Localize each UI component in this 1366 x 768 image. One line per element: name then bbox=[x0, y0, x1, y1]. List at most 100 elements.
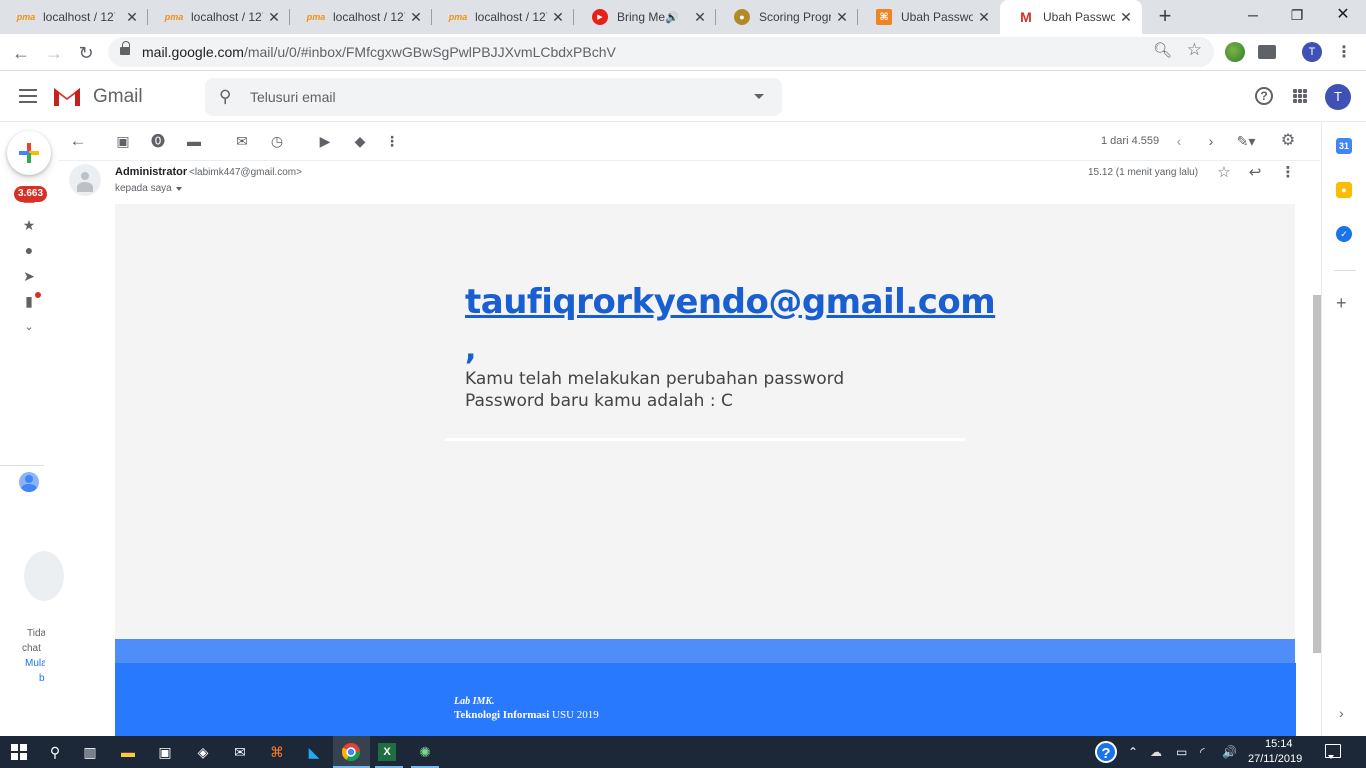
expand-panel-chevron-icon[interactable]: › bbox=[1339, 705, 1344, 721]
forward-button[interactable]: → bbox=[41, 40, 67, 66]
account-avatar[interactable]: T bbox=[1325, 84, 1351, 110]
camera-extension-icon[interactable] bbox=[1258, 45, 1276, 59]
back-button[interactable]: ← bbox=[8, 40, 34, 66]
reload-button[interactable]: ↻ bbox=[73, 40, 99, 66]
xampp-icon: ⌘ bbox=[876, 9, 892, 25]
speaker-icon[interactable]: 🔊 bbox=[665, 11, 679, 24]
dropbox-icon[interactable]: ◈ bbox=[193, 742, 213, 762]
help-tray-icon[interactable]: ? bbox=[1095, 741, 1117, 763]
mail-app-icon[interactable]: ✉ bbox=[230, 742, 250, 762]
phpmyadmin-icon: pma bbox=[306, 12, 326, 22]
close-icon[interactable]: ✕ bbox=[834, 9, 850, 25]
more-actions-icon[interactable]: ⋮ bbox=[382, 131, 402, 151]
zoom-icon[interactable]: 🔍︎ bbox=[1153, 41, 1172, 59]
mark-unread-icon[interactable]: ✉ bbox=[232, 131, 252, 151]
back-to-inbox-icon[interactable]: ← bbox=[68, 131, 88, 151]
browser-menu-icon[interactable]: ⋮ bbox=[1336, 42, 1352, 62]
close-icon[interactable]: ✕ bbox=[266, 9, 282, 25]
search-icon[interactable]: ⚲ bbox=[219, 87, 231, 107]
tab-title: localhost / 127. bbox=[475, 10, 547, 24]
vertical-scrollbar[interactable] bbox=[1313, 295, 1321, 653]
chat-start-link[interactable]: b bbox=[39, 673, 45, 684]
close-window-button[interactable]: ✕ bbox=[1320, 0, 1366, 30]
browser-tab[interactable]: pma localhost / 127. ✕ bbox=[290, 0, 432, 34]
clock-date[interactable]: 27/11/2019 bbox=[1248, 753, 1302, 765]
volume-icon[interactable]: 🔊 bbox=[1222, 744, 1237, 760]
close-icon[interactable]: ✕ bbox=[550, 9, 566, 25]
excel-icon[interactable]: X bbox=[378, 743, 396, 761]
network-globe-icon[interactable]: ✺ bbox=[415, 742, 435, 762]
delete-icon[interactable]: ▬ bbox=[184, 131, 204, 151]
vscode-icon[interactable]: ◣ bbox=[304, 742, 324, 762]
sender-name[interactable]: Administrator bbox=[115, 166, 187, 178]
task-view-icon[interactable]: ▥ bbox=[80, 742, 100, 762]
inbox-unread-badge: 3.663 bbox=[14, 186, 48, 202]
maximize-button[interactable]: ❐ bbox=[1274, 0, 1320, 30]
browser-tab[interactable]: ⌘ Ubah Passwor ✕ bbox=[858, 0, 1000, 34]
store-icon[interactable]: ▣ bbox=[155, 742, 175, 762]
sent-icon[interactable]: ➤ bbox=[20, 267, 38, 285]
gmail-logo[interactable] bbox=[52, 85, 82, 107]
starred-icon[interactable]: ★ bbox=[20, 216, 38, 234]
message-more-icon[interactable]: ⋮ bbox=[1279, 164, 1297, 182]
close-icon[interactable]: ✕ bbox=[124, 9, 140, 25]
new-tab-button[interactable]: + bbox=[1154, 5, 1176, 27]
browser-profile-avatar[interactable]: T bbox=[1302, 42, 1322, 62]
compose-button[interactable] bbox=[7, 131, 51, 175]
older-chevron-icon[interactable]: › bbox=[1201, 131, 1221, 151]
windows-start-icon[interactable] bbox=[11, 744, 27, 760]
lock-icon[interactable] bbox=[120, 41, 130, 57]
report-spam-icon[interactable]: ⓿ bbox=[148, 131, 168, 151]
search-icon[interactable]: ⚲ bbox=[45, 742, 65, 762]
extension-globe-icon[interactable] bbox=[1225, 42, 1245, 62]
add-addon-icon[interactable]: + bbox=[1336, 294, 1347, 312]
chat-start-link[interactable]: Mula bbox=[25, 658, 45, 669]
action-center-icon[interactable] bbox=[1325, 744, 1341, 759]
newer-chevron-icon[interactable]: ‹ bbox=[1169, 131, 1189, 151]
browser-tab-active[interactable]: M Ubah Passwor ✕ bbox=[1000, 0, 1142, 34]
wifi-icon[interactable]: ◜ bbox=[1200, 744, 1205, 760]
browser-tab[interactable]: pma localhost / 127. ✕ bbox=[148, 0, 290, 34]
onedrive-error-icon[interactable]: ☁ bbox=[1150, 744, 1162, 760]
label-icon[interactable]: ◆ bbox=[350, 131, 370, 151]
bookmark-star-icon[interactable]: ☆ bbox=[1187, 40, 1202, 60]
more-chevron-icon[interactable]: ⌄ bbox=[20, 318, 38, 336]
google-apps-icon[interactable] bbox=[1293, 89, 1307, 103]
browser-tab[interactable]: ● Scoring Progra ✕ bbox=[716, 0, 858, 34]
input-tools-icon[interactable]: ✎▾ bbox=[1232, 131, 1260, 151]
archive-icon[interactable]: ▣ bbox=[113, 131, 133, 151]
battery-icon[interactable]: ▭ bbox=[1176, 744, 1187, 760]
snooze-icon[interactable]: ◷ bbox=[267, 131, 287, 151]
star-icon[interactable]: ☆ bbox=[1215, 164, 1233, 182]
main-menu-icon[interactable] bbox=[19, 89, 37, 103]
close-icon[interactable]: ✕ bbox=[1118, 9, 1134, 25]
browser-tab[interactable]: pma localhost / 127. ✕ bbox=[432, 0, 574, 34]
minimize-button[interactable]: ─ bbox=[1230, 0, 1276, 30]
address-bar[interactable]: mail.google.com/mail/u/0/#inbox/FMfcgxwG… bbox=[108, 37, 1214, 67]
clock-time[interactable]: 15:14 bbox=[1265, 738, 1293, 750]
footer-band bbox=[115, 639, 1295, 663]
recipient-email-link[interactable]: taufiqrorkyendo@gmail.com bbox=[465, 282, 996, 322]
mail-search-bar[interactable]: ⚲ bbox=[205, 78, 782, 116]
calendar-icon[interactable]: 31 bbox=[1336, 138, 1352, 154]
reply-icon[interactable]: ↩ bbox=[1246, 164, 1264, 182]
close-icon[interactable]: ✕ bbox=[408, 9, 424, 25]
move-to-icon[interactable]: ▶ bbox=[315, 131, 335, 151]
close-icon[interactable]: ✕ bbox=[692, 9, 708, 25]
settings-gear-icon[interactable]: ⚙ bbox=[1278, 131, 1298, 151]
hangouts-person-icon[interactable] bbox=[19, 472, 39, 492]
browser-tab[interactable]: pma localhost / 127. ✕ bbox=[0, 0, 148, 34]
show-hidden-icons-icon[interactable]: ⌃ bbox=[1128, 744, 1138, 760]
search-input[interactable] bbox=[250, 78, 730, 116]
keep-icon[interactable]: ● bbox=[1336, 182, 1352, 198]
tasks-icon[interactable]: ✓ bbox=[1336, 226, 1352, 242]
browser-tab[interactable]: ▶ Bring Me t 🔊 ✕ bbox=[574, 0, 716, 34]
xampp-taskbar-icon[interactable]: ⌘ bbox=[267, 742, 287, 762]
search-options-icon[interactable] bbox=[754, 94, 764, 99]
recipient-details-icon[interactable] bbox=[176, 187, 182, 191]
help-icon[interactable]: ? bbox=[1255, 87, 1273, 105]
file-explorer-icon[interactable]: ▬ bbox=[118, 742, 138, 762]
footer-lab-name: Lab IMK. bbox=[454, 696, 495, 707]
close-icon[interactable]: ✕ bbox=[976, 9, 992, 25]
snoozed-clock-icon[interactable]: ● bbox=[20, 241, 38, 259]
